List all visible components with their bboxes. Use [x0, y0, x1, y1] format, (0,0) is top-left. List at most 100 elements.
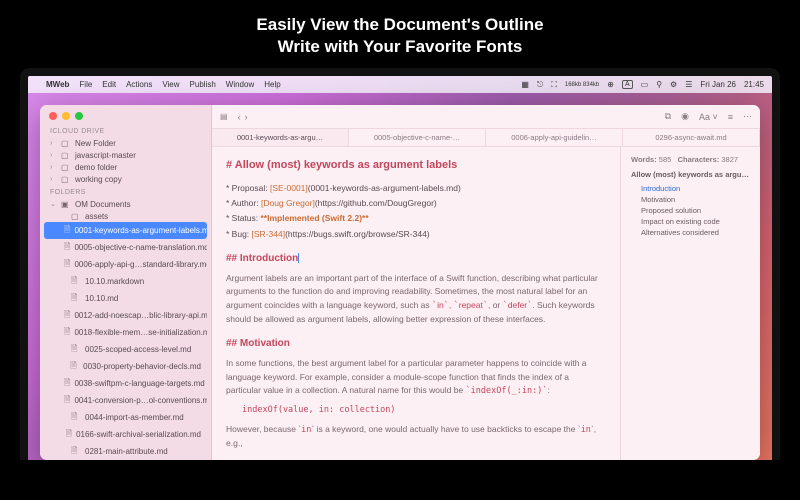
sidebar-file-item[interactable]: 🗎0044-import-as-member.md — [44, 409, 207, 426]
doc-meta-line: * Proposal: [SE-0001](0001-keywords-as-a… — [226, 182, 606, 195]
outline-item[interactable]: Proposed solution — [631, 205, 750, 216]
doc-paragraph: However, because `in` is a keyword, one … — [226, 423, 606, 450]
file-icon: 🗎 — [64, 394, 70, 408]
file-icon: 🗎 — [64, 258, 70, 272]
menu-publish[interactable]: Publish — [190, 80, 216, 89]
code-block: indexOf(value, in: collection) — [242, 404, 606, 417]
sidebar-folder-root[interactable]: ⌄▣OM Documents — [44, 198, 207, 210]
folder-icon: ▢ — [61, 163, 71, 172]
sidebar-file-item[interactable]: 🗎0006-apply-api-g…standard-library.md — [44, 256, 207, 273]
sidebar-file-item[interactable]: 🗎0012-add-noescap…blic-library-api.md — [44, 307, 207, 324]
file-icon: 🗎 — [70, 360, 79, 374]
sidebar-file-item[interactable]: 🗎0005-objective-c-name-translation.md — [44, 239, 207, 256]
menubar-stats[interactable]: 168kb 834kb — [565, 82, 599, 88]
folder-icon: ▢ — [61, 139, 71, 148]
main-pane: ▤ ‹ › ⧉ ◉ Aa ˅ ≡ ⋯ — [212, 105, 760, 460]
menu-actions[interactable]: Actions — [126, 80, 152, 89]
window-controls — [40, 105, 211, 124]
menubar-date[interactable]: Fri Jan 26 — [700, 80, 736, 89]
folder-icon: ▢ — [71, 212, 81, 221]
menu-edit[interactable]: Edit — [102, 80, 116, 89]
menu-window[interactable]: Window — [226, 80, 254, 89]
sidebar-file-item[interactable]: 🗎0166-swift-archival-serialization.md — [44, 426, 207, 443]
outline-item[interactable]: Motivation — [631, 194, 750, 205]
font-button[interactable]: Aa ˅ — [699, 112, 718, 122]
more-icon[interactable]: ⋯ — [743, 111, 752, 122]
sidebar-file-item[interactable]: 🗎0041-conversion-p…ol-conventions.md — [44, 392, 207, 409]
file-icon: 🗎 — [71, 275, 81, 289]
file-icon: 🗎 — [71, 411, 81, 425]
doc-meta-line: * Status: **Implemented (Swift 2.2)** — [226, 212, 606, 225]
sidebar-file-item[interactable]: 🗎0030-property-behavior-decls.md — [44, 358, 207, 375]
sidebar-icloud-item[interactable]: ›▢New Folder — [44, 137, 207, 149]
outline-toggle-icon[interactable]: ≡ — [728, 112, 733, 122]
file-icon: 🗎 — [71, 343, 81, 357]
menu-file[interactable]: File — [79, 80, 92, 89]
file-icon: 🗎 — [66, 428, 72, 442]
nav-forward-button[interactable]: › — [245, 112, 248, 122]
sidebar-file-item[interactable]: 🗎10.10.markdown — [44, 273, 207, 290]
folder-icon: ▢ — [61, 175, 71, 184]
menubar-control-center-icon[interactable]: ☰ — [685, 80, 692, 89]
text-cursor — [298, 253, 299, 263]
outline-item[interactable]: Introduction — [631, 183, 750, 194]
sidebar-file-item[interactable]: 🗎10.10.md — [44, 290, 207, 307]
sidebar-icloud-item[interactable]: ›▢demo folder — [44, 161, 207, 173]
outline-item[interactable]: Impact on existing code — [631, 216, 750, 227]
sidebar-folder-assets[interactable]: ▢assets — [44, 210, 207, 222]
sidebar-icloud-item[interactable]: ›▢javascript-master — [44, 149, 207, 161]
folder-icon: ▢ — [61, 151, 71, 160]
zoom-button[interactable] — [75, 112, 83, 120]
sidebar-section-icloud: ICLOUD DRIVE — [40, 124, 211, 137]
document-tab[interactable]: 0296-async-await.md — [623, 129, 760, 146]
file-icon: 🗎 — [64, 326, 70, 340]
menu-view[interactable]: View — [162, 80, 179, 89]
folder-icon: ▣ — [61, 200, 71, 209]
file-icon: 🗎 — [64, 224, 70, 238]
tab-bar: 0001-keywords-as-argu…0005-objective-c-n… — [212, 129, 760, 147]
app-menu[interactable]: MWeb — [46, 80, 69, 89]
menubar-time[interactable]: 21:45 — [744, 80, 764, 89]
file-icon: 🗎 — [64, 377, 70, 391]
preview-toggle-icon[interactable]: ⧉ — [665, 111, 671, 122]
doc-paragraph: Argument labels are an important part of… — [226, 272, 606, 326]
sidebar-toggle-icon[interactable]: ▤ — [220, 112, 228, 121]
macos-menubar: MWeb File Edit Actions View Publish Wind… — [28, 76, 772, 93]
sidebar-file-item[interactable]: 🗎0018-flexible-mem…se-initialization.md — [44, 324, 207, 341]
window-toolbar: ▤ ‹ › ⧉ ◉ Aa ˅ ≡ ⋯ — [212, 105, 760, 129]
laptop-frame: MWeb File Edit Actions View Publish Wind… — [20, 68, 780, 460]
document-tab[interactable]: 0005-objective-c-name-… — [349, 129, 486, 146]
doc-meta-line: * Bug: [SR-344](https://bugs.swift.org/b… — [226, 228, 606, 241]
menu-help[interactable]: Help — [264, 80, 280, 89]
close-button[interactable] — [49, 112, 57, 120]
file-icon: 🗎 — [71, 445, 81, 459]
sidebar-section-folders: FOLDERS — [40, 185, 211, 198]
doc-heading-2: ## Introduction — [226, 251, 606, 267]
menubar-battery-icon[interactable]: ▭ — [641, 80, 649, 89]
file-icon: 🗎 — [64, 309, 70, 323]
sidebar-icloud-item[interactable]: ›▢working copy — [44, 173, 207, 185]
menubar-extra-icon[interactable]: ▦ — [521, 80, 529, 89]
editor[interactable]: # Allow (most) keywords as argument labe… — [212, 147, 620, 460]
menubar-extra-icon[interactable]: ⎋ — [537, 80, 543, 90]
document-tab[interactable]: 0006-apply-api-guidelin… — [486, 129, 623, 146]
menubar-wifi-icon[interactable]: ⚲ — [656, 80, 662, 89]
outline-title[interactable]: Allow (most) keywords as argume… — [631, 170, 750, 179]
doc-heading-2: ## Motivation — [226, 336, 606, 352]
sidebar-file-item[interactable]: 🗎0038-swiftpm-c-language-targets.md — [44, 375, 207, 392]
doc-meta-line: * Author: [Doug Gregor](https://github.c… — [226, 197, 606, 210]
file-icon: 🗎 — [64, 241, 70, 255]
nav-back-button[interactable]: ‹ — [238, 112, 241, 122]
document-tab[interactable]: 0001-keywords-as-argu… — [212, 129, 349, 146]
sidebar-file-item[interactable]: 🗎0025-scoped-access-level.md — [44, 341, 207, 358]
minimize-button[interactable] — [62, 112, 70, 120]
sidebar: ICLOUD DRIVE ›▢New Folder›▢javascript-ma… — [40, 105, 212, 460]
menubar-extra-icon[interactable]: ⛶ — [551, 80, 557, 90]
outline-item[interactable]: Alternatives considered — [631, 227, 750, 238]
menubar-search-icon[interactable]: ⚙ — [670, 80, 677, 89]
menubar-input-icon[interactable]: ⊕ — [607, 80, 614, 89]
eye-icon[interactable]: ◉ — [681, 111, 689, 122]
sidebar-file-item[interactable]: 🗎0281-main-attribute.md — [44, 443, 207, 460]
sidebar-file-item[interactable]: 🗎0001-keywords-as-argument-labels.md — [44, 222, 207, 239]
menubar-keyboard-icon[interactable]: A — [622, 80, 633, 89]
